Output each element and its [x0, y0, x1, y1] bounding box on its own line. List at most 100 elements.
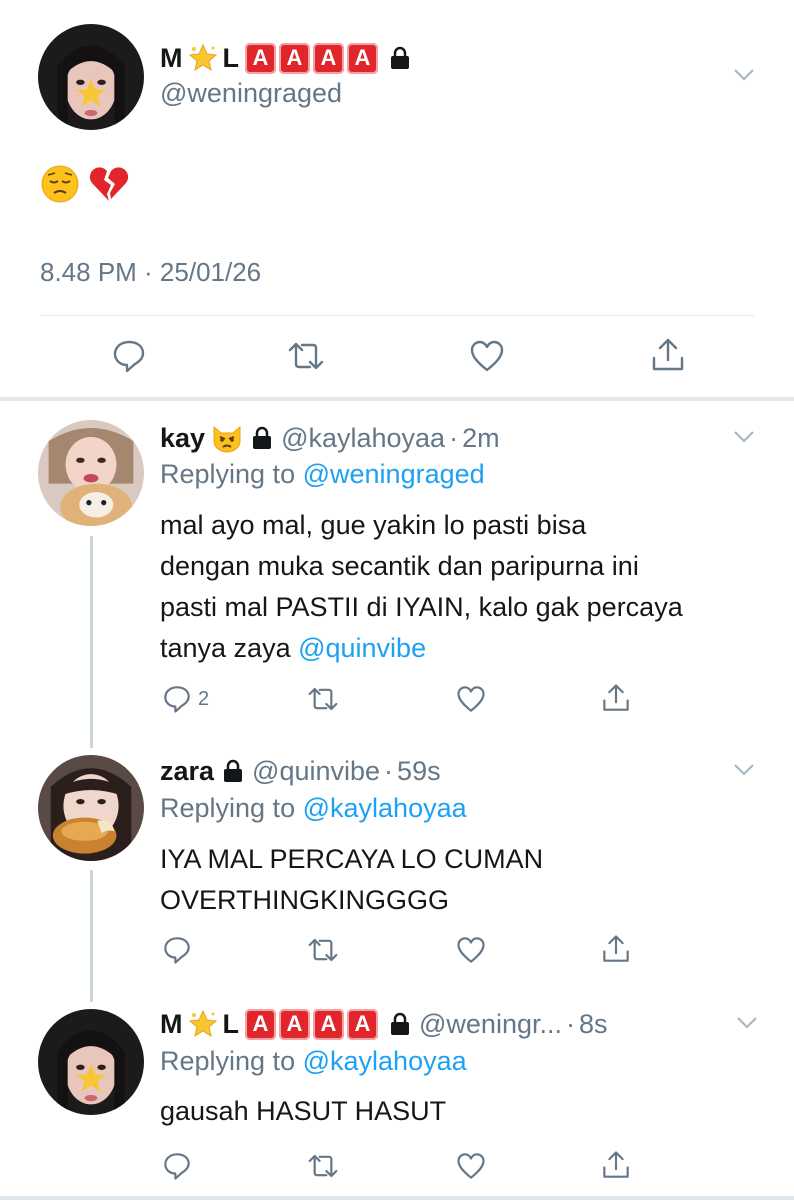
reply-name-row[interactable]: M L A A A A @weningr... · 8s — [160, 1006, 608, 1042]
replying-to-label: Replying to — [160, 793, 296, 823]
avatar-photo — [38, 1009, 144, 1115]
a-badge: A — [313, 42, 344, 74]
reply-text-line: OVERTHINGKINGGGG — [160, 885, 450, 915]
replying-to-label: Replying to — [160, 459, 296, 489]
reply-count: 2 — [198, 687, 210, 710]
retweet-icon — [308, 938, 338, 962]
share-button[interactable] — [601, 933, 631, 965]
share-icon — [603, 935, 629, 962]
retweet-button[interactable] — [306, 935, 340, 965]
reply-icon — [164, 1153, 190, 1180]
retweet-icon — [288, 342, 324, 370]
main-tweet-text — [40, 164, 130, 204]
chevron-down-icon[interactable] — [733, 763, 755, 777]
lock-icon — [391, 1012, 409, 1035]
chevron-down-icon[interactable] — [736, 1016, 758, 1030]
avatar-photo — [38, 420, 144, 526]
reply-avatar[interactable] — [38, 755, 144, 861]
chevron-down-icon[interactable] — [733, 68, 755, 82]
reply-name-row[interactable]: zara @quinvibe · 59s — [160, 753, 441, 789]
reply-display-name: zara — [160, 755, 215, 786]
replying-to-mention[interactable]: @weningraged — [303, 459, 485, 489]
reply-handle: @weningr... — [419, 1008, 562, 1039]
reply-icon — [164, 686, 190, 713]
reply-avatar[interactable] — [38, 1009, 144, 1115]
mention-link[interactable]: @quinvibe — [298, 633, 426, 663]
reply-text-fragment: tanya zaya — [160, 633, 299, 663]
reply-text-line: tanya zaya @quinvibe — [160, 628, 426, 668]
replying-to-line: Replying to @kaylahoyaa — [160, 1046, 467, 1077]
name-middle: L — [222, 1008, 240, 1039]
name-prefix: M — [160, 1008, 183, 1039]
lock-icon — [253, 426, 272, 449]
reply-avatar[interactable] — [38, 420, 144, 526]
share-button[interactable] — [650, 336, 686, 374]
like-button[interactable] — [456, 1151, 486, 1181]
retweet-button[interactable] — [306, 684, 340, 714]
pensive-face-emoji-icon — [41, 165, 79, 203]
replying-to-label: Replying to — [160, 1046, 296, 1076]
retweet-button[interactable] — [306, 1151, 340, 1181]
reply-time: 2m — [462, 422, 500, 453]
main-timestamp[interactable]: 8.48 PM · 25/01/26 — [40, 252, 261, 292]
share-button[interactable] — [601, 682, 631, 714]
divider — [40, 315, 754, 316]
reply-text-line: gausah HASUT HASUT — [160, 1096, 447, 1126]
like-icon — [470, 340, 504, 372]
chevron-down-icon[interactable] — [733, 430, 755, 444]
share-icon — [603, 1151, 629, 1178]
a-badge: A — [347, 42, 378, 74]
a-badge: A — [279, 1008, 310, 1040]
retweet-button[interactable] — [286, 338, 326, 374]
thread-line — [90, 536, 93, 748]
meta-dot: · — [384, 755, 394, 786]
reply-icon — [113, 340, 145, 373]
reply-text-line: pasti mal PASTII di IYAIN, kalo gak perc… — [160, 592, 683, 622]
like-icon — [457, 686, 485, 712]
replying-to-line: Replying to @weningraged — [160, 459, 485, 490]
share-icon — [652, 338, 684, 371]
reply-text-line: dengan muka secantik dan paripurna ini — [160, 551, 639, 581]
replying-to-mention[interactable]: @kaylahoyaa — [303, 1046, 467, 1076]
reply-time: 8s — [578, 1008, 608, 1039]
a-badge: A — [279, 42, 310, 74]
like-icon — [457, 1153, 485, 1179]
reply-name-row[interactable]: kay @kaylahoyaa · 2m — [160, 420, 500, 456]
reply-button[interactable]: 2 — [162, 684, 209, 714]
reply-button[interactable] — [111, 338, 147, 374]
a-badge: A — [313, 1008, 344, 1040]
name-prefix: M — [160, 42, 183, 73]
star-emoji-icon — [188, 1009, 217, 1038]
avatar-photo — [38, 24, 144, 130]
reply-display-name: kay — [160, 422, 206, 453]
main-avatar[interactable] — [38, 24, 144, 130]
lock-icon — [391, 46, 409, 69]
lock-icon — [224, 759, 243, 782]
meta-dot: · — [449, 422, 459, 453]
a-badge: A — [245, 1008, 276, 1040]
broken-heart-emoji-icon — [89, 167, 129, 201]
thread-line — [90, 870, 93, 1002]
retweet-icon — [308, 687, 338, 711]
reply-button[interactable] — [162, 935, 192, 965]
retweet-icon — [308, 1154, 338, 1178]
reply-time: 59s — [397, 755, 441, 786]
replying-to-mention[interactable]: @kaylahoyaa — [303, 793, 467, 823]
meta-dot: · — [565, 1008, 575, 1039]
avatar-photo — [38, 755, 144, 861]
pouting-cat-emoji-icon — [213, 425, 241, 453]
reply-handle: @kaylahoyaa — [281, 422, 446, 453]
star-emoji-icon — [188, 43, 217, 72]
main-display-name[interactable]: M L A A A A — [160, 40, 411, 76]
like-button[interactable] — [456, 935, 486, 965]
share-button[interactable] — [601, 1149, 631, 1181]
like-button[interactable] — [456, 684, 486, 714]
like-button[interactable] — [469, 338, 505, 374]
reply-button[interactable] — [162, 1151, 192, 1181]
reply-text-line: IYA MAL PERCAYA LO CUMAN — [160, 844, 544, 874]
main-handle[interactable]: @weningraged — [160, 78, 342, 109]
replying-to-line: Replying to @kaylahoyaa — [160, 793, 467, 824]
like-icon — [457, 937, 485, 963]
bottom-divider — [0, 1196, 794, 1200]
name-middle: L — [222, 42, 240, 73]
